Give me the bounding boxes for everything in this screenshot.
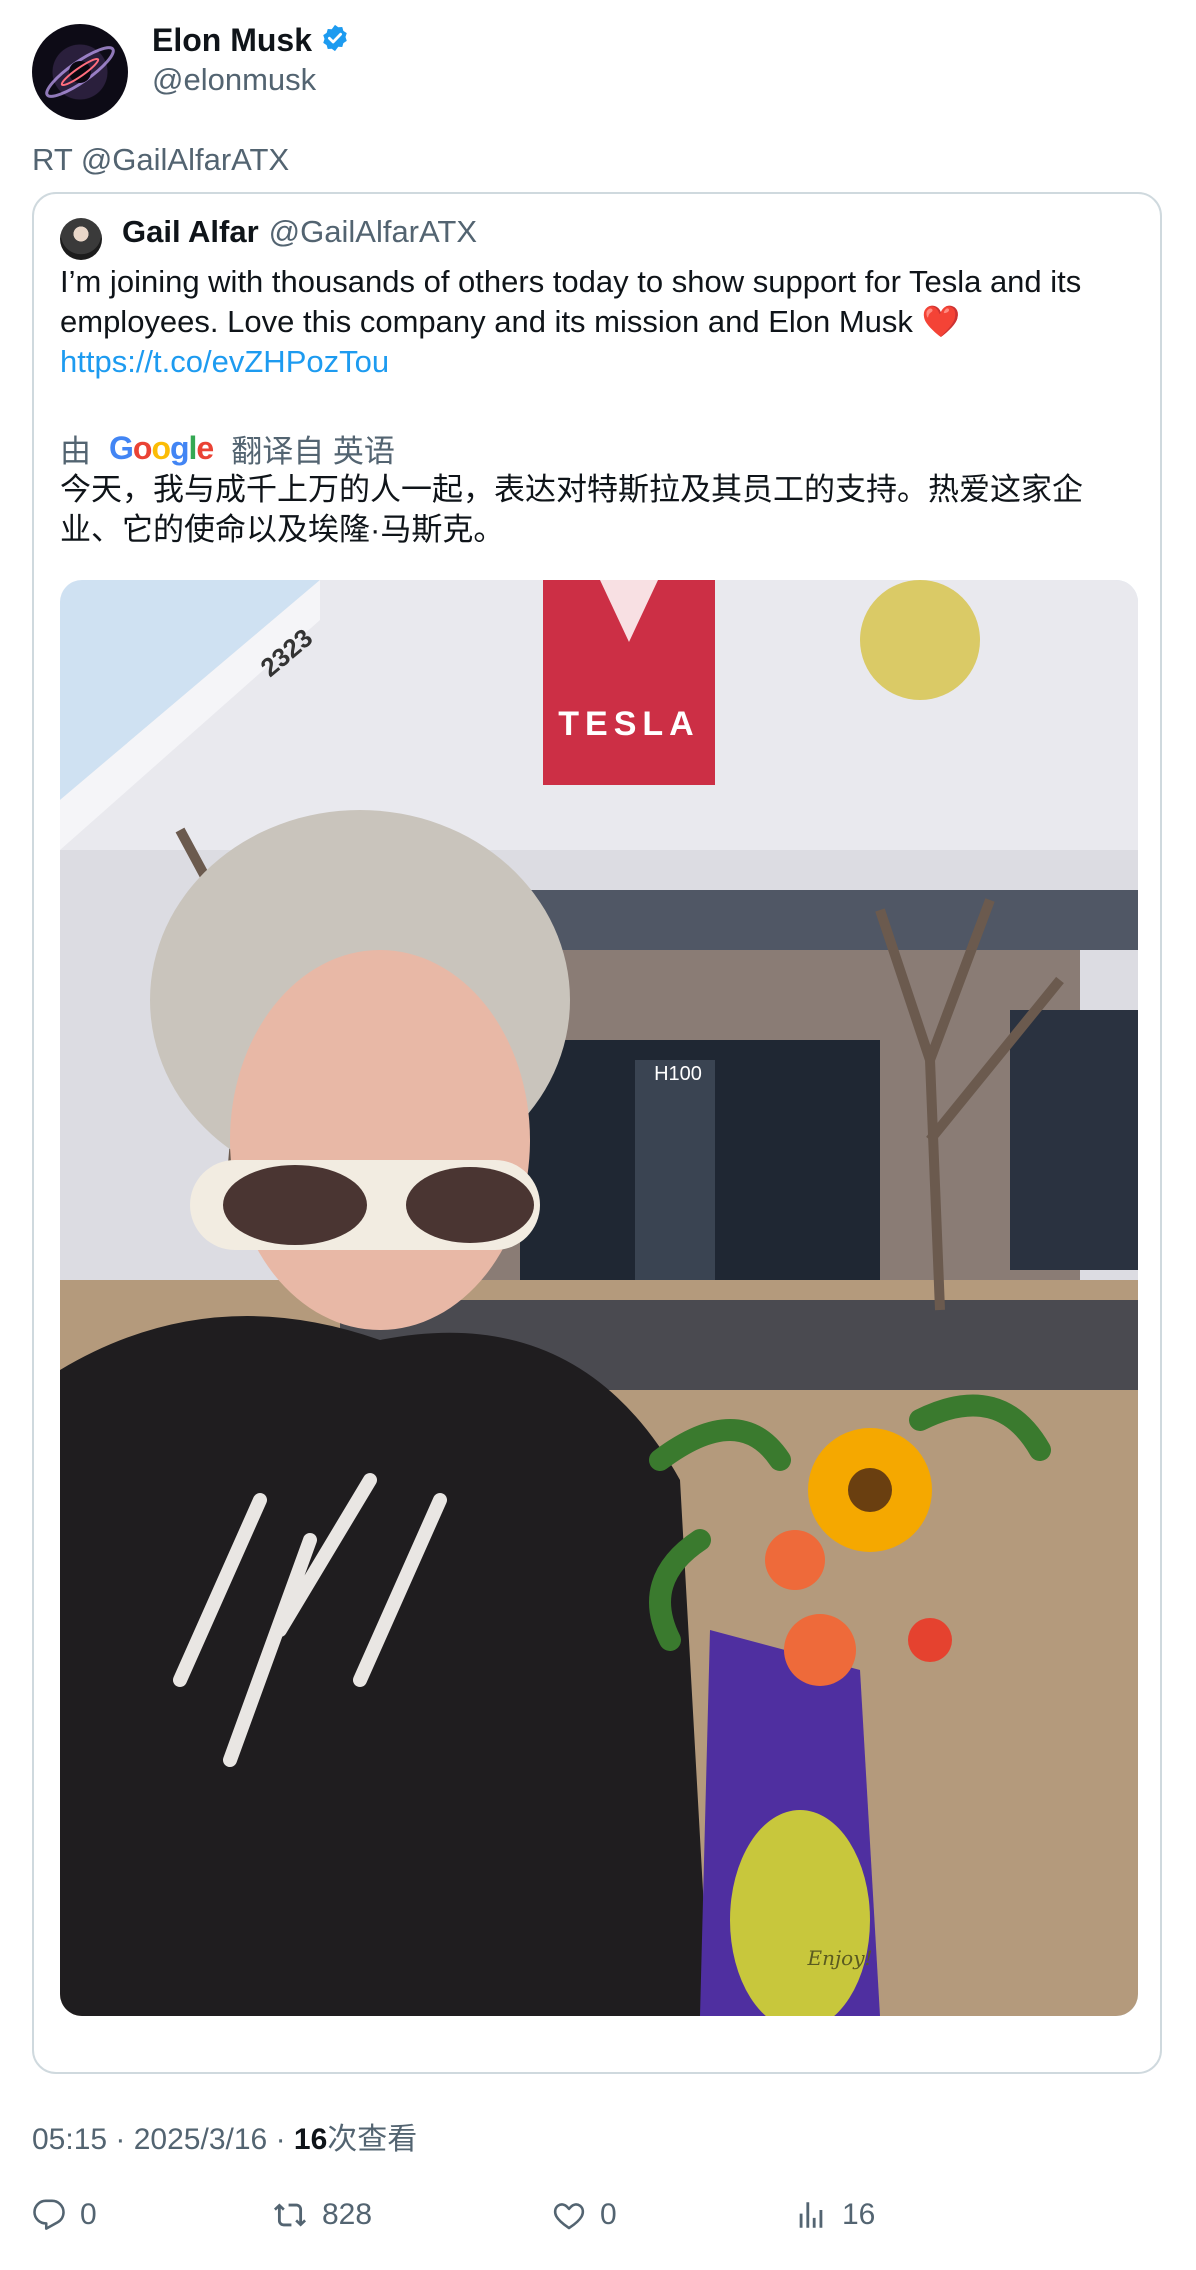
tweet-meta: 05:15 · 2025/3/16 · 16次查看 xyxy=(32,2114,417,2158)
translation-suffix: 翻译自 英语 xyxy=(231,434,395,469)
tesla-sign-text: TESLA xyxy=(558,705,699,743)
author-avatar[interactable] xyxy=(32,24,128,120)
author-name[interactable]: Elon Musk xyxy=(152,22,312,59)
quoted-tweet-link[interactable]: https://t.co/evZHPozTou xyxy=(60,342,1140,382)
quoted-author-handle[interactable]: @GailAlfarATX xyxy=(269,214,477,250)
like-count: 0 xyxy=(600,2198,617,2231)
quoted-text-line: employees. Love this company and its mis… xyxy=(60,304,961,339)
google-logo-icon: Google xyxy=(109,430,214,466)
quoted-author-name[interactable]: Gail Alfar xyxy=(122,214,259,250)
translated-text-line: 今天，我与成千上万的人一起，表达对特斯拉及其员工的支持。热爱这家企 xyxy=(60,472,1083,507)
verified-badge-icon xyxy=(320,23,350,58)
reply-button[interactable]: 0 xyxy=(32,2198,97,2232)
translated-text-line: 业、它的使命以及埃隆·马斯克。 xyxy=(60,512,505,547)
quoted-author-row: Gail Alfar @GailAlfarATX xyxy=(122,214,477,250)
meta-separator: · xyxy=(275,2123,294,2156)
translation-prefix: 由 xyxy=(60,434,91,469)
action-bar: 0 828 0 16 xyxy=(32,2198,1162,2248)
views-label: 次查看 xyxy=(327,2123,418,2156)
tweet: Elon Musk @elonmusk RT @GailAlfarATX Gai… xyxy=(0,0,1196,2270)
quoted-author-avatar[interactable] xyxy=(60,218,102,260)
retweet-line: RT @GailAlfarATX xyxy=(32,142,290,177)
views-action-count: 16 xyxy=(842,2198,876,2231)
author-name-row: Elon Musk xyxy=(152,22,350,59)
like-button[interactable]: 0 xyxy=(552,2198,617,2232)
retweet-count: 828 xyxy=(322,2198,373,2231)
meta-separator: · xyxy=(115,2123,134,2156)
retweet-icon xyxy=(273,2203,307,2227)
heart-icon xyxy=(553,2203,585,2230)
retweet-button[interactable]: 828 xyxy=(272,2198,372,2232)
quoted-text-line: I’m joining with thousands of others tod… xyxy=(60,264,1082,299)
reply-count: 0 xyxy=(80,2198,97,2231)
views-count: 16 xyxy=(293,2123,328,2156)
views-button[interactable]: 16 xyxy=(794,2198,875,2232)
reply-icon xyxy=(33,2199,65,2230)
views-chart-icon xyxy=(799,2202,823,2228)
photo-scene: TESLA 2323 H100 Enjoy! xyxy=(60,580,1138,2016)
card-word: Enjoy! xyxy=(806,1946,872,1970)
tweet-date[interactable]: 2025/3/16 xyxy=(134,2123,267,2156)
tweet-time[interactable]: 05:15 xyxy=(32,2123,107,2156)
black-hole-image xyxy=(45,46,115,98)
quoted-tweet-card[interactable]: Gail Alfar @GailAlfarATX I’m joining wit… xyxy=(32,192,1162,2074)
translation-attribution: 由 Google 翻译自 英语 xyxy=(60,426,395,471)
author-handle[interactable]: @elonmusk xyxy=(152,62,316,98)
quoted-tweet-text: I’m joining with thousands of others tod… xyxy=(60,262,1140,382)
suite-number: H100 xyxy=(654,1063,702,1085)
tweet-photo[interactable]: TESLA 2323 H100 Enjoy! xyxy=(60,580,1138,2016)
translated-text: 今天，我与成千上万的人一起，表达对特斯拉及其员工的支持。热爱这家企 业、它的使命… xyxy=(60,470,1140,550)
